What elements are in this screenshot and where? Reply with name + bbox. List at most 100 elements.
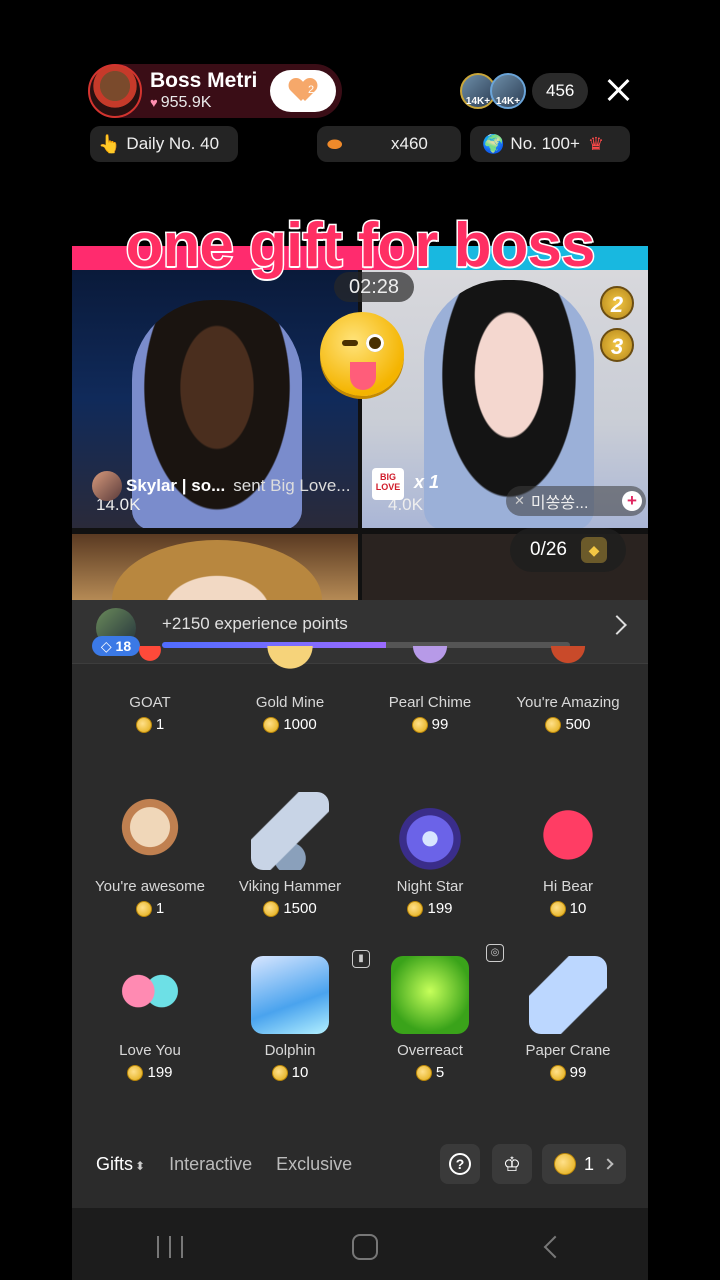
trophy-icon: ♛ — [587, 133, 605, 154]
guest-name-tag[interactable]: ✕ 미쏭쏭... + — [506, 486, 646, 516]
top-viewers[interactable]: 14K+ 14K+ 456 — [460, 72, 589, 110]
gift-item[interactable]: Gold Mine 1000 — [220, 646, 360, 733]
follow-count: 2 — [308, 84, 315, 96]
gift-name: Night Star — [396, 878, 464, 895]
gift-name: Paper Crane — [525, 1042, 611, 1059]
gift-price-value: 99 — [569, 1064, 587, 1081]
home-icon[interactable] — [351, 1234, 378, 1260]
gift-price-value: 99 — [431, 716, 449, 733]
coin-icon — [415, 1064, 432, 1081]
rank-badge-icon: 2 — [600, 286, 634, 320]
coin-icon — [263, 716, 280, 733]
gift-price-value: 5 — [435, 1064, 445, 1081]
gift-price: 1000 — [220, 716, 360, 733]
gift-panel: ◇ 18 +2150 experience points GOAT1Gold M… — [72, 600, 648, 1208]
gift-item[interactable]: Dolphin 10 — [220, 956, 360, 1081]
chevron-right-icon[interactable] — [607, 615, 627, 635]
gift-item[interactable]: You're awesome 1 — [80, 792, 220, 917]
gift-name: You're awesome — [95, 878, 205, 895]
viewer-avatar[interactable]: 14K+ — [490, 73, 526, 109]
close-icon[interactable] — [604, 76, 632, 104]
gift-name: You're Amazing — [516, 694, 620, 711]
help-button[interactable]: ? — [440, 1144, 480, 1184]
coin-icon — [407, 900, 424, 917]
stream-grid: 02:28 2 3 14.0K 4.0K Skylar | so... sent… — [72, 246, 648, 600]
gift-item[interactable]: Love You 199 — [80, 956, 220, 1081]
gift-item[interactable]: Viking Hammer 1500 — [220, 792, 360, 917]
gift-name: Love You — [119, 1042, 181, 1059]
goat-gift-icon — [111, 646, 189, 686]
amazing-icon — [529, 646, 607, 686]
dolphin-icon — [251, 956, 329, 1034]
audio-badge-icon: ▮ — [352, 950, 370, 968]
hearts-icon — [111, 956, 189, 1034]
gift-price-value: 199 — [147, 1064, 173, 1081]
gift-bowl-icon: ⬬ — [327, 133, 343, 154]
globe-icon: 🌍 — [482, 133, 505, 154]
coin-balance: 1 — [584, 1153, 595, 1174]
gift-message: sent Big Love... — [233, 476, 351, 495]
coin-icon — [135, 716, 152, 733]
gift-item[interactable]: Pearl Chime 99 — [360, 646, 500, 733]
gift-name: Hi Bear — [542, 878, 594, 895]
coin-chip[interactable]: ⬬ x460 — [317, 126, 461, 162]
gift-item[interactable]: Paper Crane 99 ◎ — [486, 944, 638, 1081]
gift-item[interactable]: Overreact 5 ▮ — [352, 950, 500, 1081]
stream-cell-3[interactable] — [72, 534, 358, 600]
guest-name: 미쏭쏭... — [530, 495, 589, 512]
gift-price-value: 10 — [291, 1064, 309, 1081]
question-icon: ? — [449, 1153, 471, 1175]
host-avatar[interactable] — [88, 64, 142, 118]
gift-item[interactable]: Hi Bear 10 — [498, 792, 638, 917]
recents-icon[interactable] — [156, 1236, 183, 1258]
sort-icon: ⬍ — [135, 1158, 146, 1173]
back-icon[interactable] — [543, 1235, 567, 1259]
coin-icon — [549, 900, 566, 917]
gift-item[interactable]: You're Amazing 500 — [498, 646, 638, 733]
goal-progress[interactable]: 0/26 ◆ — [510, 528, 626, 572]
gift-price: 1 — [80, 716, 220, 733]
gift-price-value: 1000 — [283, 716, 317, 733]
night-star-icon — [391, 792, 469, 870]
gift-price: 199 — [360, 900, 500, 917]
tab-interactive[interactable]: Interactive — [169, 1154, 252, 1175]
system-nav-bar — [72, 1222, 648, 1272]
crown-button[interactable]: ♔ — [492, 1144, 532, 1184]
gift-price-value: 500 — [565, 716, 591, 733]
gift-price: 1500 — [220, 900, 360, 917]
overlay-title: one gift for boss — [124, 210, 597, 282]
viewer-count[interactable]: 456 — [532, 73, 589, 109]
gift-name: Viking Hammer — [238, 878, 342, 895]
host-likes-value: 955.9K — [160, 94, 212, 111]
coin-icon — [271, 1064, 288, 1081]
tab-gifts[interactable]: Gifts ⬍ — [96, 1154, 145, 1175]
hand-icon: 👆 — [98, 133, 121, 154]
heart-icon: ♥ — [150, 95, 158, 110]
gift-item[interactable]: GOAT 1 — [80, 646, 220, 733]
gift-multiplier: x 1 — [414, 472, 440, 492]
rank-chip[interactable]: 🌍 No. 100+ ♛ — [470, 126, 630, 162]
coin-icon — [549, 1064, 566, 1081]
follow-guest-button[interactable]: + — [622, 491, 642, 511]
coin-icon — [263, 900, 280, 917]
overreact-icon — [391, 956, 469, 1034]
host-info-pill[interactable]: Boss Metri ♥ 955.9K 2 — [88, 64, 342, 118]
gift-item[interactable]: Night Star 199 — [360, 792, 500, 917]
wink-emoji-icon — [320, 312, 404, 396]
gift-name: Pearl Chime — [388, 694, 472, 711]
gift-price: 10 — [220, 1064, 360, 1081]
recharge-button[interactable]: 1 — [542, 1144, 626, 1184]
cat-icon — [111, 792, 189, 870]
tab-exclusive[interactable]: Exclusive — [276, 1154, 352, 1175]
follow-button[interactable]: 2 — [270, 70, 336, 112]
gift-price: 1 — [80, 900, 220, 917]
gift-price-value: 1 — [155, 900, 165, 917]
hammer-icon — [251, 792, 329, 870]
gift-name: Overreact — [397, 1042, 463, 1059]
coin-icon — [545, 716, 562, 733]
gift-price-value: 10 — [569, 900, 587, 917]
tongue-icon — [350, 362, 376, 390]
daily-rank-chip[interactable]: 👆 Daily No. 40 — [90, 126, 238, 162]
gift-tabbar: Gifts ⬍ Interactive Exclusive ? ♔ 1 — [72, 1140, 648, 1188]
diamond-icon: ◆ — [580, 537, 607, 563]
